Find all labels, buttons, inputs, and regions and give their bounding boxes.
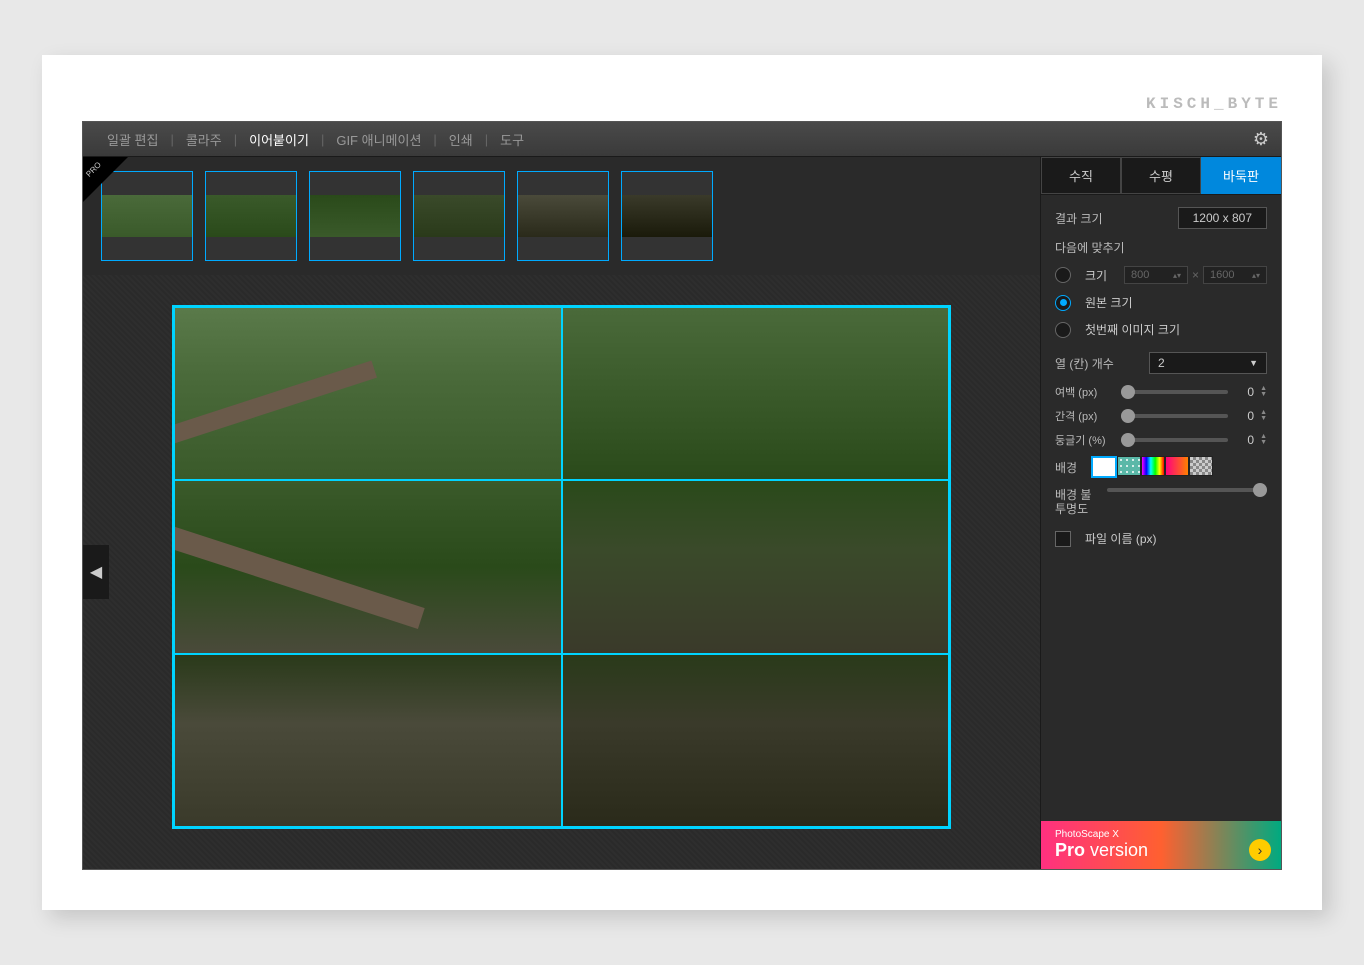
thumbnail-strip [83, 157, 1040, 275]
thumbnail-2[interactable] [205, 171, 297, 261]
thumbnail-3[interactable] [309, 171, 401, 261]
tab-gif-animation[interactable]: GIF 애니메이션 [324, 130, 433, 149]
radio-first-image-size[interactable] [1055, 322, 1071, 338]
thumbnail-4[interactable] [413, 171, 505, 261]
background-swatches [1091, 456, 1213, 478]
roundness-label: 둥글기 (%) [1055, 432, 1115, 448]
tab-combine[interactable]: 이어붙이기 [237, 130, 321, 149]
gap-spinner[interactable]: ▲▼ [1260, 410, 1267, 422]
opacity-slider[interactable] [1107, 488, 1267, 492]
columns-select[interactable]: 2▼ [1149, 352, 1267, 374]
roundness-slider[interactable] [1121, 438, 1228, 442]
grid-cell-6[interactable] [562, 654, 950, 827]
grid-cell-5[interactable] [174, 654, 562, 827]
margin-slider[interactable] [1121, 390, 1228, 394]
right-panel: 수직 수평 바둑판 결과 크기 1200 x 807 다음에 맞추기 크기 80… [1040, 157, 1281, 869]
tab-tools[interactable]: 도구 [488, 130, 536, 149]
result-size-label: 결과 크기 [1055, 210, 1103, 227]
swatch-pattern[interactable] [1117, 456, 1141, 476]
grid-cell-2[interactable] [562, 307, 950, 480]
grid-cell-4[interactable] [562, 480, 950, 653]
columns-label: 열 (칸) 개수 [1055, 355, 1114, 372]
radio-original-size-label: 원본 크기 [1085, 294, 1133, 311]
collapse-left-icon[interactable]: ◀ [83, 545, 109, 599]
preview-grid [172, 305, 951, 829]
margin-spinner[interactable]: ▲▼ [1260, 386, 1267, 398]
filename-label: 파일 이름 (px) [1085, 530, 1157, 547]
margin-value: 0 [1234, 385, 1254, 399]
roundness-spinner[interactable]: ▲▼ [1260, 434, 1267, 446]
gap-slider[interactable] [1121, 414, 1228, 418]
tab-batch-edit[interactable]: 일괄 편집 [95, 130, 170, 149]
radio-original-size[interactable] [1055, 295, 1071, 311]
size-width-input[interactable]: 800▴▾ [1124, 266, 1188, 284]
opacity-label: 배경 불투명도 [1055, 488, 1099, 516]
orient-tab-grid[interactable]: 바둑판 [1201, 157, 1281, 194]
watermark: KISCH_BYTE [82, 95, 1282, 113]
gap-label: 간격 (px) [1055, 408, 1115, 424]
fit-to-label: 다음에 맞추기 [1055, 239, 1125, 256]
tab-collage[interactable]: 콜라주 [174, 130, 234, 149]
orient-tab-vertical[interactable]: 수직 [1041, 157, 1121, 194]
thumbnail-6[interactable] [621, 171, 713, 261]
top-tab-bar: 일괄 편집| 콜라주| 이어붙이기| GIF 애니메이션| 인쇄| 도구 ⚙ [83, 122, 1281, 157]
canvas-area: ◀ [83, 275, 1040, 869]
size-height-input[interactable]: 1600▴▾ [1203, 266, 1267, 284]
left-pane: PRO ◀ [83, 157, 1040, 869]
margin-label: 여백 (px) [1055, 384, 1115, 400]
swatch-rainbow[interactable] [1141, 456, 1165, 476]
gear-icon[interactable]: ⚙ [1253, 129, 1269, 150]
pro-ribbon [83, 157, 128, 202]
swatch-transparent[interactable] [1189, 456, 1213, 476]
orient-tab-horizontal[interactable]: 수평 [1121, 157, 1201, 194]
gap-value: 0 [1234, 409, 1254, 423]
roundness-value: 0 [1234, 433, 1254, 447]
radio-size[interactable] [1055, 267, 1071, 283]
ad-arrow-icon: › [1249, 839, 1271, 861]
swatch-white[interactable] [1091, 456, 1117, 478]
pro-version-ad[interactable]: PhotoScape X Pro version › [1041, 821, 1281, 869]
result-size-value: 1200 x 807 [1178, 207, 1267, 229]
background-label: 배경 [1055, 459, 1077, 476]
radio-size-label: 크기 [1085, 267, 1107, 284]
filename-checkbox[interactable] [1055, 531, 1071, 547]
chevron-down-icon: ▼ [1249, 358, 1258, 368]
grid-cell-1[interactable] [174, 307, 562, 480]
swatch-gradient[interactable] [1165, 456, 1189, 476]
thumbnail-5[interactable] [517, 171, 609, 261]
ad-big-text: Pro version [1055, 840, 1148, 861]
ad-small-text: PhotoScape X [1055, 829, 1148, 840]
tab-print[interactable]: 인쇄 [437, 130, 485, 149]
grid-cell-3[interactable] [174, 480, 562, 653]
app-window: 일괄 편집| 콜라주| 이어붙이기| GIF 애니메이션| 인쇄| 도구 ⚙ P… [82, 121, 1282, 870]
radio-first-image-size-label: 첫번째 이미지 크기 [1085, 321, 1180, 338]
